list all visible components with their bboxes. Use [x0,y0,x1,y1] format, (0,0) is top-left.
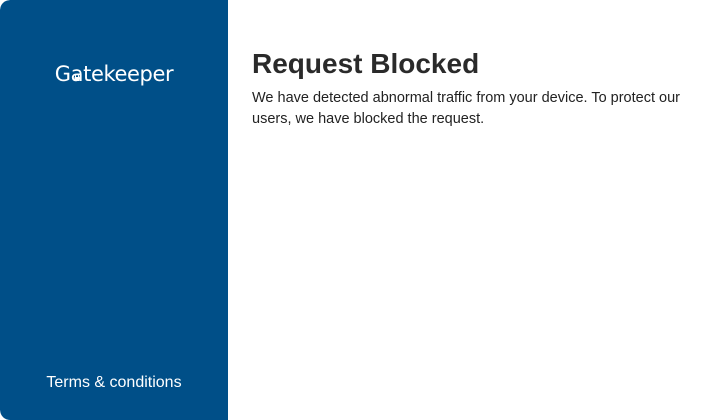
padlock-icon [74,74,80,81]
logo-lock-letter: a [71,60,84,88]
blocked-message: We have detected abnormal traffic from y… [252,90,680,127]
blocked-page-card: Ga tekeeper Terms & conditions Request Bl… [0,0,720,420]
page-title: Request Blocked [252,48,480,79]
main-content: Request Blocked We have detected abnorma… [252,44,692,130]
terms-and-conditions-link[interactable]: Terms & conditions [0,372,228,394]
logo-prefix: G [54,62,71,86]
gatekeeper-logo: Ga tekeeper [0,60,228,88]
logo-suffix: tekeeper [83,62,174,86]
sidebar: Ga tekeeper Terms & conditions [0,0,228,420]
